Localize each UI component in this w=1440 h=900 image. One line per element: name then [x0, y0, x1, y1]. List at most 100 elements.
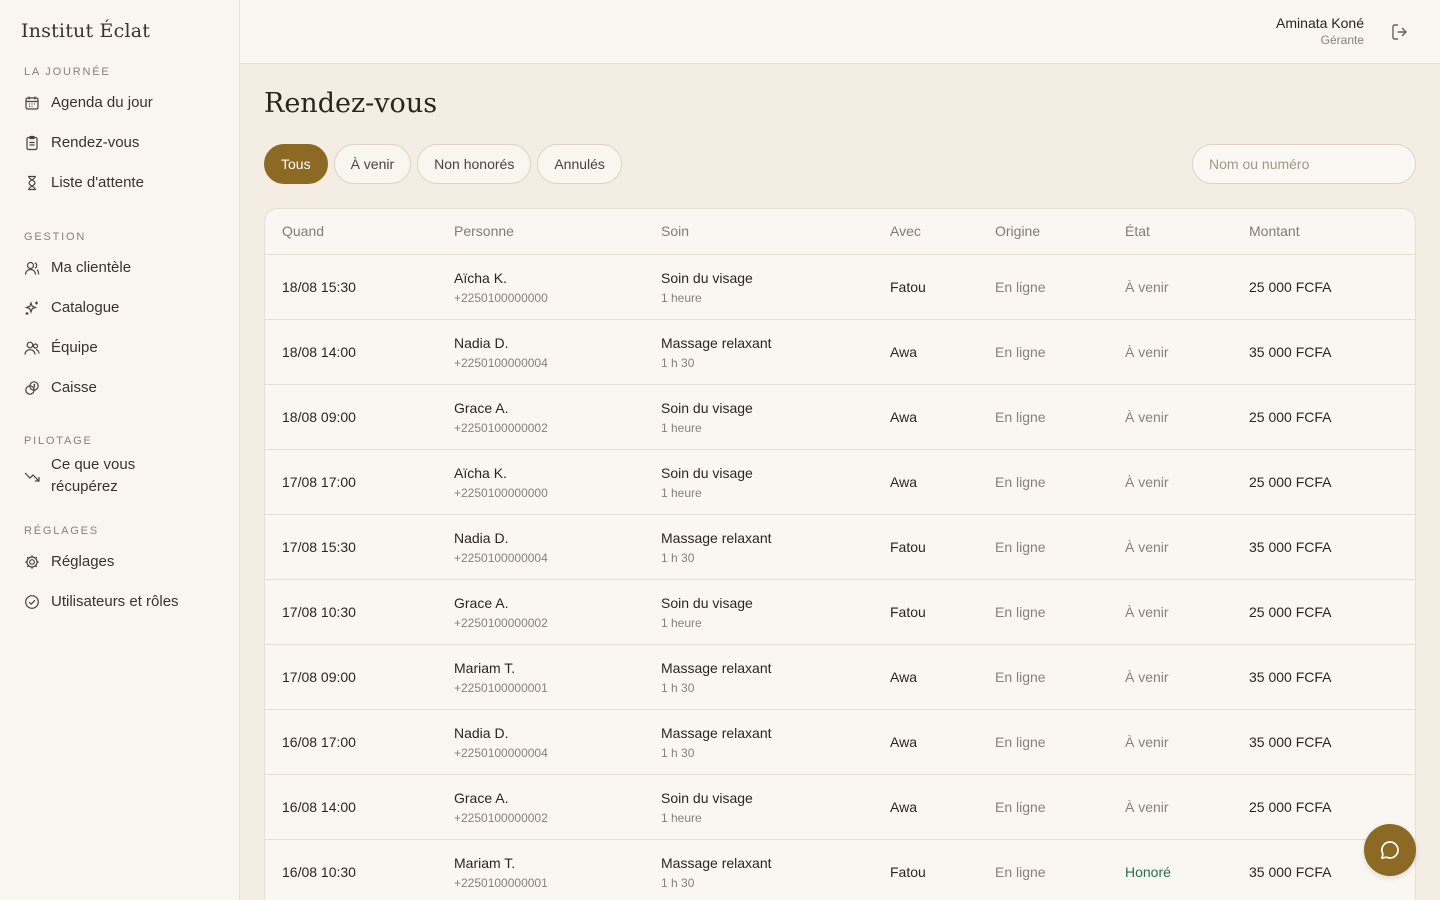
cell-service-duration: 1 heure: [661, 291, 702, 305]
column-header-montant: Montant: [1249, 223, 1300, 239]
sidebar-item-utilisateurs-roles[interactable]: Utilisateurs et rôles: [24, 593, 224, 610]
appointments-table: Quand Personne Soin Avec Origine État Mo…: [264, 208, 1416, 900]
cell-when: 17/08 17:00: [282, 474, 356, 490]
cell-service-duration: 1 h 30: [661, 356, 695, 370]
cell-amount: 35 000 FCFA: [1249, 669, 1332, 685]
cell-person-name: Mariam T.: [454, 660, 516, 676]
cell-amount: 35 000 FCFA: [1249, 344, 1332, 360]
column-header-origine: Origine: [995, 223, 1041, 239]
search-input[interactable]: [1192, 144, 1416, 184]
filter-tous[interactable]: Tous: [264, 144, 328, 184]
user-name: Aminata Koné: [1276, 15, 1364, 31]
cell-service-duration: 1 h 30: [661, 681, 695, 695]
cell-when: 17/08 09:00: [282, 669, 356, 685]
check-circle-icon: [24, 594, 40, 610]
hourglass-icon: [24, 175, 40, 191]
table-row[interactable]: 18/08 14:00 Nadia D. +2250100000004 Massage…: [265, 320, 1415, 385]
section-title-gestion: GESTION: [24, 231, 87, 243]
filter-tabs: Tous À venir Non honorés Annulés: [264, 144, 622, 184]
sidebar-item-label-line2: récupérez: [51, 478, 118, 495]
cell-person-phone: +2250100000004: [454, 746, 548, 760]
cell-person-name: Grace A.: [454, 400, 509, 416]
trending-down-icon: [24, 468, 40, 484]
cell-service-name: Massage relaxant: [661, 530, 772, 546]
sidebar-item-label: Réglages: [51, 553, 115, 570]
cell-amount: 25 000 FCFA: [1249, 604, 1332, 620]
sidebar-item-agenda[interactable]: Agenda du jour: [24, 94, 224, 111]
cell-person-phone: +2250100000001: [454, 876, 548, 890]
sidebar-item-recuperez[interactable]: Ce que vous récupérez: [24, 454, 224, 498]
sidebar-item-rendez-vous[interactable]: Rendez-vous: [24, 134, 224, 151]
filter-a-venir[interactable]: À venir: [333, 144, 412, 184]
cell-staff: Awa: [890, 799, 917, 815]
cell-staff: Fatou: [890, 279, 926, 295]
cell-amount: 25 000 FCFA: [1249, 474, 1332, 490]
column-header-avec: Avec: [890, 223, 921, 239]
sidebar-item-catalogue[interactable]: Catalogue: [24, 299, 224, 316]
topbar: Aminata Koné Gérante: [240, 0, 1440, 64]
column-header-etat: État: [1125, 223, 1150, 239]
table-row[interactable]: 17/08 17:00 Aïcha K. +2250100000000 Soin du…: [265, 450, 1415, 515]
table-row[interactable]: 18/08 15:30 Aïcha K. +2250100000000 Soin du…: [265, 255, 1415, 320]
sidebar-item-clientele[interactable]: Ma clientèle: [24, 259, 224, 276]
cell-origin: En ligne: [995, 344, 1046, 360]
sidebar-item-label: Agenda du jour: [51, 94, 153, 111]
brand-logo[interactable]: Institut Éclat: [21, 20, 150, 42]
coins-icon: [24, 380, 40, 396]
cell-when: 16/08 14:00: [282, 799, 356, 815]
cell-staff: Fatou: [890, 864, 926, 880]
cell-service-name: Soin du visage: [661, 595, 753, 611]
filter-non-honores[interactable]: Non honorés: [417, 144, 532, 184]
cell-state: Honoré: [1125, 864, 1171, 880]
table-row[interactable]: 17/08 15:30 Nadia D. +2250100000004 Massage…: [265, 515, 1415, 580]
cell-state: À venir: [1125, 474, 1169, 490]
table-row[interactable]: 18/08 09:00 Grace A. +2250100000002 Soin du…: [265, 385, 1415, 450]
table-row[interactable]: 17/08 09:00 Mariam T. +2250100000001 Massag…: [265, 645, 1415, 710]
cell-staff: Awa: [890, 409, 917, 425]
cell-origin: En ligne: [995, 279, 1046, 295]
cell-origin: En ligne: [995, 799, 1046, 815]
sidebar-item-reglages[interactable]: Réglages: [24, 553, 224, 570]
sidebar-item-liste-attente[interactable]: Liste d'attente: [24, 174, 224, 191]
filter-annules[interactable]: Annulés: [537, 144, 622, 184]
cell-when: 17/08 15:30: [282, 539, 356, 555]
sidebar-item-label-line1: Ce que vous: [51, 456, 136, 473]
sidebar-item-label: Liste d'attente: [51, 174, 144, 191]
cell-service-duration: 1 heure: [661, 811, 702, 825]
table-row[interactable]: 16/08 14:00 Grace A. +2250100000002 Soin du…: [265, 775, 1415, 840]
sidebar-item-label: Catalogue: [51, 299, 120, 316]
column-header-quand: Quand: [282, 223, 325, 239]
page-title: Rendez-vous: [264, 88, 438, 119]
cell-service-duration: 1 heure: [661, 486, 702, 500]
cell-origin: En ligne: [995, 539, 1046, 555]
clipboard-icon: [24, 135, 40, 151]
column-header-personne: Personne: [454, 223, 514, 239]
table-row[interactable]: 16/08 10:30 Mariam T. +2250100000001 Massag…: [265, 840, 1415, 900]
cell-when: 16/08 10:30: [282, 864, 356, 880]
cell-person-name: Aïcha K.: [454, 465, 507, 481]
cell-service-name: Massage relaxant: [661, 660, 772, 676]
chat-button[interactable]: [1364, 824, 1416, 876]
cell-state: À venir: [1125, 669, 1169, 685]
table-row[interactable]: 17/08 10:30 Grace A. +2250100000002 Soin du…: [265, 580, 1415, 645]
sidebar-item-label: Équipe: [51, 339, 98, 356]
cell-amount: 35 000 FCFA: [1249, 539, 1332, 555]
section-title-journee: LA JOURNÉE: [24, 66, 111, 78]
sidebar-item-caisse[interactable]: Caisse: [24, 379, 224, 396]
cell-state: À venir: [1125, 734, 1169, 750]
cell-staff: Awa: [890, 344, 917, 360]
cell-origin: En ligne: [995, 604, 1046, 620]
cell-when: 18/08 14:00: [282, 344, 356, 360]
table-header: Quand Personne Soin Avec Origine État Mo…: [265, 209, 1415, 255]
sidebar-item-label: Rendez-vous: [51, 134, 140, 151]
cell-when: 17/08 10:30: [282, 604, 356, 620]
cell-person-phone: +2250100000000: [454, 486, 548, 500]
table-row[interactable]: 16/08 17:00 Nadia D. +2250100000004 Massage…: [265, 710, 1415, 775]
cell-staff: Fatou: [890, 604, 926, 620]
cell-staff: Awa: [890, 734, 917, 750]
cell-when: 18/08 15:30: [282, 279, 356, 295]
sidebar-item-equipe[interactable]: Équipe: [24, 339, 224, 356]
users-icon: [24, 340, 40, 356]
cell-person-name: Mariam T.: [454, 855, 516, 871]
logout-icon[interactable]: [1390, 22, 1410, 42]
